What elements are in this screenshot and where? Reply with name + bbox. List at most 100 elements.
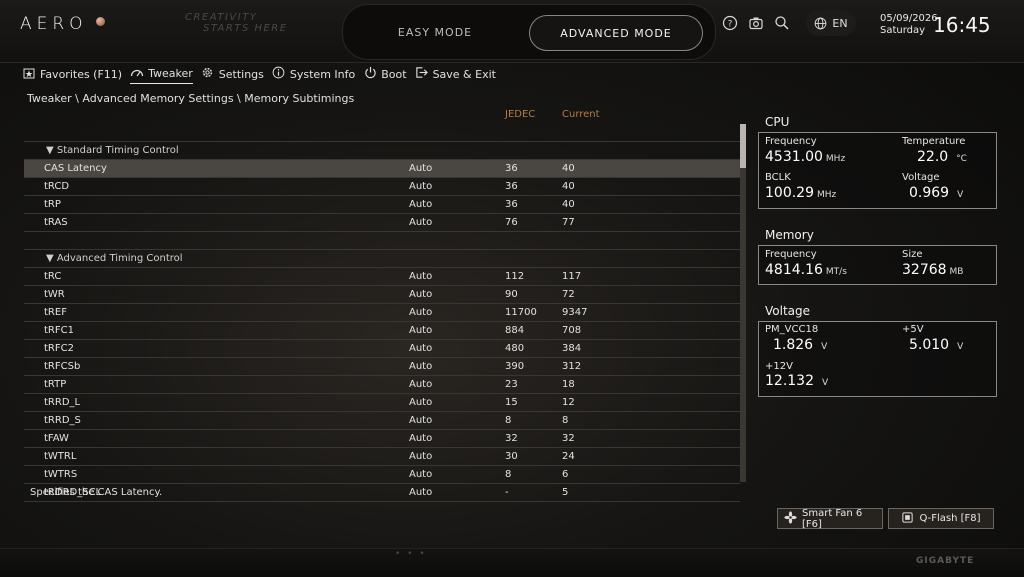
memory-panel-title: Memory: [765, 228, 814, 242]
setting-name: tRFC1: [44, 325, 74, 336]
jedec-value: 32: [505, 433, 518, 444]
current-value: 40: [562, 163, 575, 174]
column-header-jedec: JEDEC: [505, 109, 536, 120]
section-header[interactable]: ▼ Standard Timing Control: [24, 142, 740, 160]
setting-value[interactable]: Auto: [409, 487, 432, 498]
scrollbar-thumb[interactable]: [740, 124, 746, 168]
smart-fan-button[interactable]: Smart Fan 6 [F6]: [777, 508, 883, 530]
setting-value[interactable]: Auto: [409, 325, 432, 336]
setting-value[interactable]: Auto: [409, 307, 432, 318]
setting-row[interactable]: CAS Latency Auto 36 40: [24, 160, 740, 178]
cpu-panel: Frequency 4531.00 MHz Temperature 22.0 °C …: [758, 132, 997, 209]
setting-row[interactable]: tRP Auto 36 40: [24, 196, 740, 214]
section-title: ▼ Advanced Timing Control: [46, 253, 183, 264]
search-icon[interactable]: [773, 14, 791, 32]
setting-row[interactable]: tRFC2 Auto 480 384: [24, 340, 740, 358]
memory-size-number: 32768: [902, 262, 947, 278]
jedec-value: -: [505, 487, 509, 498]
cpu-temperature-number: 22.0: [917, 149, 949, 165]
tab-settings[interactable]: Settings: [201, 66, 264, 84]
v5-label: +5V: [902, 324, 924, 335]
setting-row[interactable]: tWTRL Auto 30 24: [24, 448, 740, 466]
easy-mode-button[interactable]: EASY MODE: [349, 15, 521, 49]
jedec-value: 11700: [505, 307, 537, 318]
jedec-value: 30: [505, 451, 518, 462]
screenshot-camera-icon[interactable]: [747, 14, 765, 32]
jedec-value: 8: [505, 469, 512, 480]
breadcrumb: Tweaker \ Advanced Memory Settings \ Mem…: [27, 92, 355, 105]
cpu-bclk-label: BCLK: [765, 172, 791, 183]
q-flash-button[interactable]: Q-Flash [F8]: [888, 508, 994, 529]
language-label: EN: [832, 16, 848, 30]
v12-value: 12.132 V: [765, 373, 828, 389]
setting-value[interactable]: Auto: [409, 217, 432, 228]
tab-save-exit[interactable]: Save & Exit: [415, 66, 496, 84]
current-value: 72: [562, 289, 575, 300]
main-nav: Favorites (F11) Tweaker Settings System …: [22, 66, 504, 84]
setting-value[interactable]: Auto: [409, 397, 432, 408]
jedec-value: 23: [505, 379, 518, 390]
setting-value[interactable]: Auto: [409, 451, 432, 462]
cpu-frequency-label: Frequency: [765, 136, 817, 147]
setting-row[interactable]: tRFC1 Auto 884 708: [24, 322, 740, 340]
section-header[interactable]: ▼ Advanced Timing Control: [24, 250, 740, 268]
setting-row[interactable]: tRRD_S Auto 8 8: [24, 412, 740, 430]
voltage-panel: PM_VCC18 1.826 V +5V 5.010 V +12V 12.132 V: [758, 321, 997, 397]
setting-row[interactable]: tRAS Auto 76 77: [24, 214, 740, 232]
bottom-dots: • • •: [395, 549, 427, 559]
setting-row[interactable]: tRTP Auto 23 18: [24, 376, 740, 394]
setting-name: tRCD: [44, 181, 70, 192]
scrollbar-track[interactable]: [740, 124, 746, 482]
setting-row[interactable]: tREF Auto 11700 9347: [24, 304, 740, 322]
setting-row[interactable]: tRC Auto 112 117: [24, 268, 740, 286]
setting-row[interactable]: tRFCSb Auto 390 312: [24, 358, 740, 376]
setting-row[interactable]: tWR Auto 90 72: [24, 286, 740, 304]
cpu-frequency-number: 4531.00: [765, 149, 823, 165]
setting-name: tRFCSb: [44, 361, 81, 372]
v12-label: +12V: [765, 361, 793, 372]
tab-boot[interactable]: Boot: [363, 66, 407, 84]
language-selector[interactable]: EN: [806, 10, 856, 36]
jedec-value: 36: [505, 199, 518, 210]
setting-row[interactable]: tRCD Auto 36 40: [24, 178, 740, 196]
pm-vcc18-label: PM_VCC18: [765, 324, 819, 335]
setting-value[interactable]: Auto: [409, 163, 432, 174]
setting-value[interactable]: Auto: [409, 415, 432, 426]
setting-value[interactable]: Auto: [409, 271, 432, 282]
current-value: 384: [562, 343, 582, 354]
date-text: 05/09/2026: [880, 13, 938, 24]
setting-value[interactable]: Auto: [409, 433, 432, 444]
cpu-voltage-number: 0.969: [909, 185, 950, 201]
current-value: 12: [562, 397, 575, 408]
setting-value[interactable]: Auto: [409, 199, 432, 210]
cpu-frequency-value: 4531.00 MHz: [765, 149, 845, 165]
memory-frequency-unit: MT/s: [825, 267, 847, 277]
setting-name: tWTRL: [44, 451, 77, 462]
setting-value[interactable]: Auto: [409, 361, 432, 372]
setting-value[interactable]: Auto: [409, 343, 432, 354]
tab-tweaker[interactable]: Tweaker: [130, 66, 193, 84]
v5-value: 5.010 V: [909, 337, 963, 353]
tab-favorites[interactable]: Favorites (F11): [22, 67, 122, 84]
setting-value[interactable]: Auto: [409, 469, 432, 480]
current-value: 9347: [562, 307, 588, 318]
setting-row[interactable]: tRRD_L Auto 15 12: [24, 394, 740, 412]
setting-value[interactable]: Auto: [409, 379, 432, 390]
jedec-value: 15: [505, 397, 518, 408]
gear-icon: [201, 66, 215, 82]
setting-value[interactable]: Auto: [409, 181, 432, 192]
setting-row[interactable]: tWTRS Auto 8 6: [24, 466, 740, 484]
setting-value[interactable]: Auto: [409, 289, 432, 300]
jedec-value: 76: [505, 217, 518, 228]
top-bar: AERO CREATIVITY STARTS HERE EASY MODE AD…: [0, 0, 1024, 63]
setting-row[interactable]: tFAW Auto 32 32: [24, 430, 740, 448]
setting-name: tRTP: [44, 379, 67, 390]
advanced-mode-button[interactable]: ADVANCED MODE: [529, 15, 703, 51]
setting-name: tWR: [44, 289, 65, 300]
spacer-row: [24, 124, 740, 142]
tab-system-info[interactable]: System Info: [272, 66, 355, 84]
jedec-value: 8: [505, 415, 512, 426]
help-icon[interactable]: ?: [721, 14, 739, 32]
cpu-voltage-value: 0.969 V: [909, 185, 963, 201]
svg-text:?: ?: [728, 20, 733, 30]
